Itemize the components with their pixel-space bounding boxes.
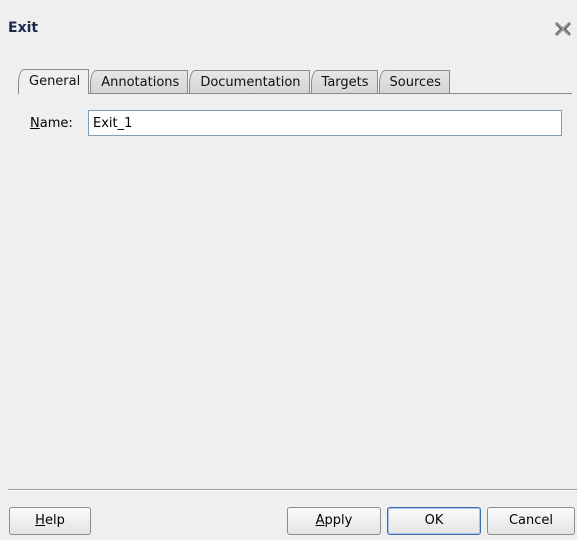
help-label: elp [44, 513, 65, 528]
cancel-label: Cancel [508, 513, 554, 528]
tab-targets[interactable]: Targets [310, 70, 378, 94]
button-bar-divider [8, 489, 577, 491]
tab-panel-border [18, 93, 572, 94]
ok-label: OK [424, 513, 444, 528]
close-x-icon [555, 22, 571, 36]
ok-button[interactable]: OK [387, 507, 481, 535]
name-label-text: ame: [39, 116, 73, 131]
name-label: Name: [30, 116, 73, 131]
tab-documentation[interactable]: Documentation [189, 70, 310, 94]
tab-general[interactable]: General [18, 69, 90, 94]
help-button[interactable]: Help [9, 507, 91, 535]
apply-button[interactable]: Apply [287, 507, 381, 535]
title-bar: Exit [0, 0, 577, 58]
tab-strip: General Annotations Documentation Target… [18, 69, 451, 94]
exit-dialog: Exit General Annotations Documentation T… [0, 0, 577, 540]
cancel-button[interactable]: Cancel [487, 507, 575, 535]
tab-sources[interactable]: Sources [378, 70, 450, 94]
name-input[interactable] [88, 110, 562, 136]
tab-annotations[interactable]: Annotations [90, 70, 189, 94]
name-row: Name: [30, 110, 570, 136]
close-icon[interactable] [553, 19, 573, 39]
name-label-mnemonic: N [30, 116, 40, 131]
dialog-title: Exit [8, 20, 39, 36]
apply-mnemonic: A [315, 513, 325, 528]
help-mnemonic: H [35, 513, 45, 528]
apply-label: pply [324, 513, 353, 528]
